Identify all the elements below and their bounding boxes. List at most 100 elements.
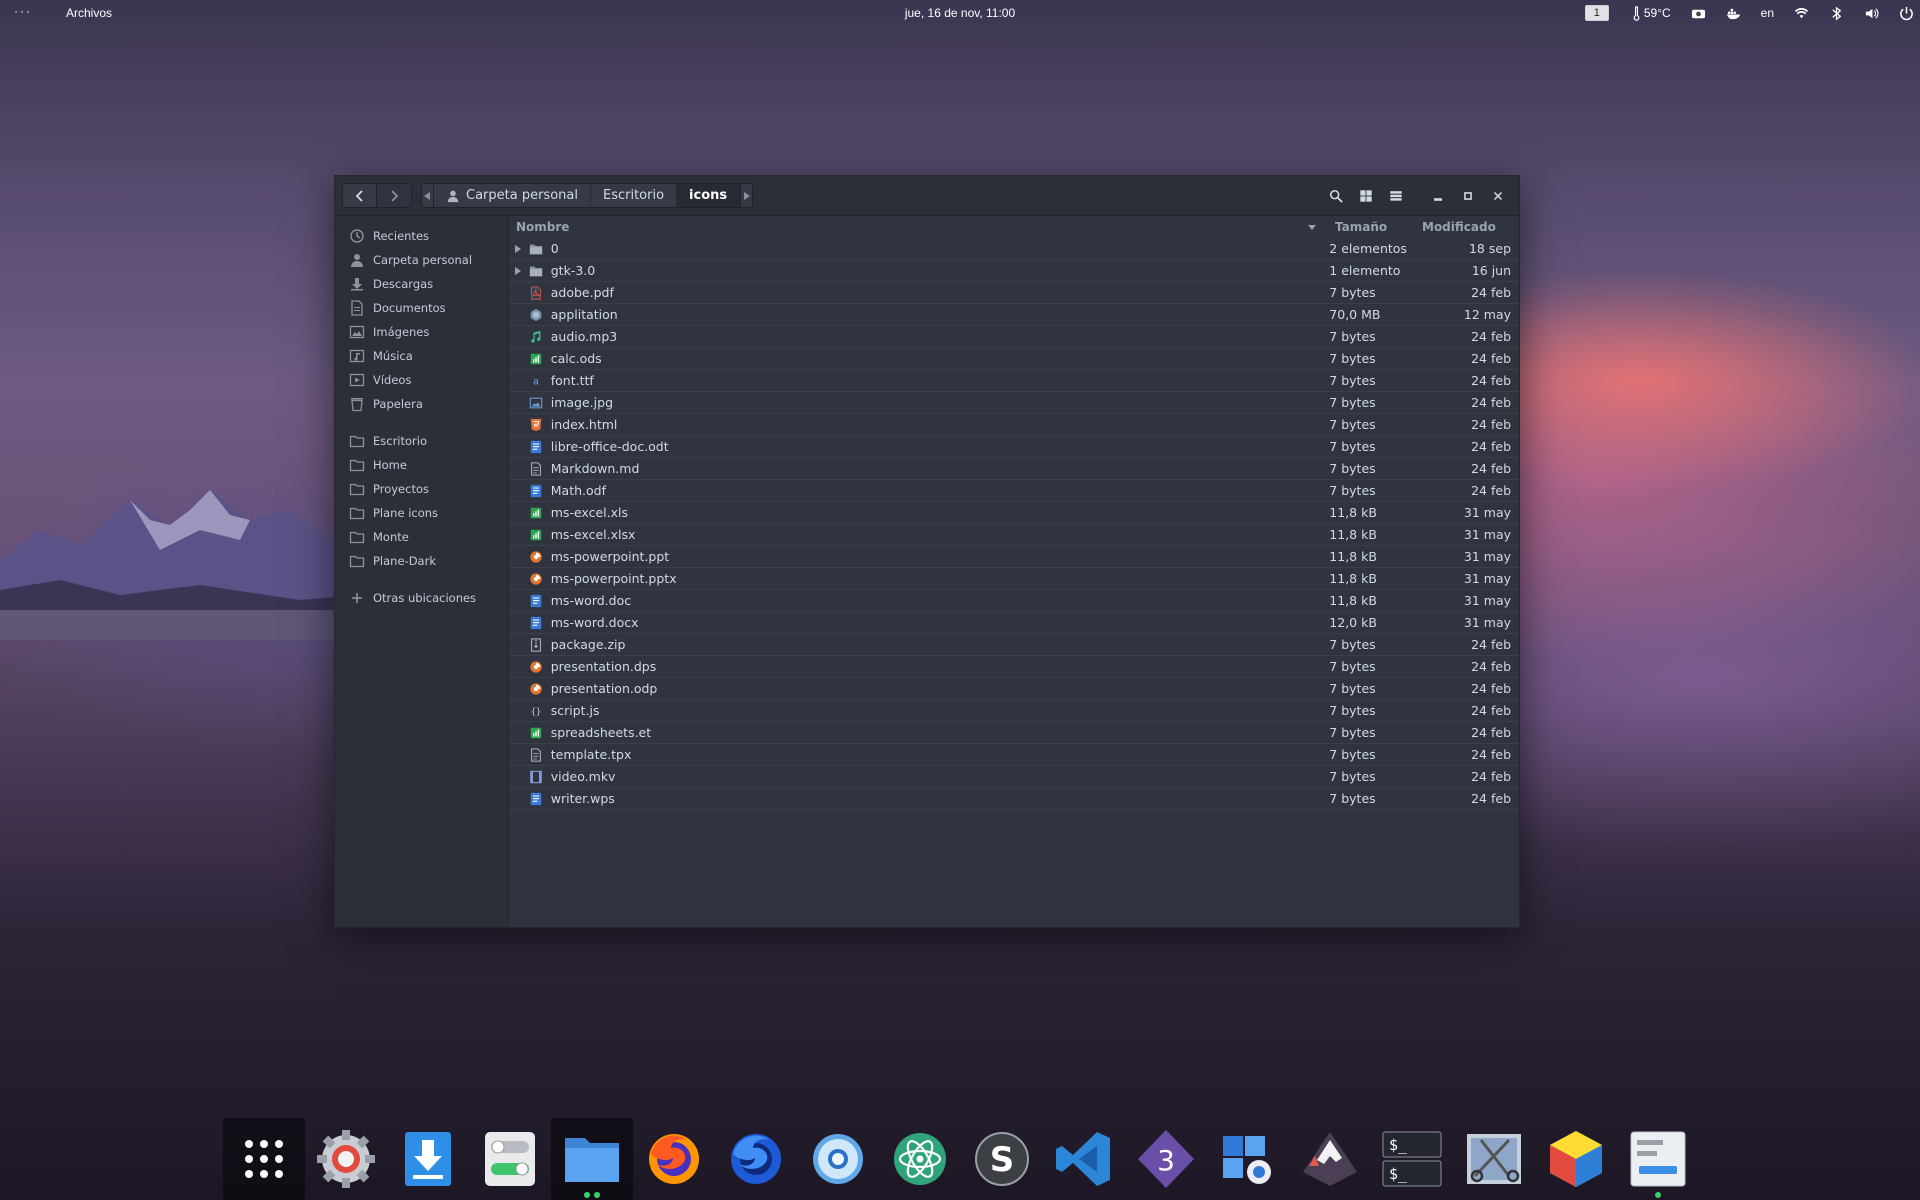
temperature-indicator[interactable]: 59°C <box>1629 3 1671 23</box>
back-button[interactable] <box>342 183 377 208</box>
file-row[interactable]: package.zip 7 bytes 24 feb <box>509 634 1519 656</box>
forward-button[interactable] <box>377 183 412 208</box>
dock-download-manager[interactable] <box>387 1118 469 1200</box>
row-expander[interactable] <box>509 266 527 275</box>
file-row[interactable]: {} script.js 7 bytes 24 feb <box>509 700 1519 722</box>
file-name: 0 <box>550 241 559 256</box>
breadcrumb-home[interactable]: Carpeta personal <box>434 183 591 208</box>
search-button[interactable] <box>1321 183 1351 208</box>
menu-button[interactable] <box>1381 183 1411 208</box>
maximize-button[interactable] <box>1453 183 1483 208</box>
file-row[interactable]: presentation.odp 7 bytes 24 feb <box>509 678 1519 700</box>
camera-indicator[interactable] <box>1691 3 1706 23</box>
dock-blender3[interactable]: 3 <box>1125 1118 1207 1200</box>
dock-sublime[interactable]: S <box>961 1118 1043 1200</box>
file-modified: 24 feb <box>1471 769 1512 784</box>
file-row[interactable]: ms-excel.xlsx 11,8 kB 31 may <box>509 524 1519 546</box>
file-row[interactable]: index.html 7 bytes 24 feb <box>509 414 1519 436</box>
file-row[interactable]: image.jpg 7 bytes 24 feb <box>509 392 1519 414</box>
breadcrumb-current[interactable]: icons <box>677 183 741 208</box>
dock-files[interactable] <box>551 1118 633 1200</box>
image-file-icon <box>529 397 543 408</box>
expander-icon[interactable] <box>514 266 522 275</box>
sidebar-item-escritorio[interactable]: Escritorio <box>335 429 508 453</box>
expander-icon[interactable] <box>514 244 522 253</box>
bluetooth-indicator[interactable] <box>1829 3 1844 23</box>
file-row[interactable]: ms-powerpoint.ppt 11,8 kB 31 may <box>509 546 1519 568</box>
column-size[interactable]: Tamaño <box>1328 220 1416 234</box>
file-row[interactable]: 0 2 elementos 18 sep <box>509 238 1519 260</box>
file-row[interactable]: Math.odf 7 bytes 24 feb <box>509 480 1519 502</box>
path-scroll-left[interactable] <box>421 183 434 208</box>
dock-firefox-nightly[interactable] <box>715 1118 797 1200</box>
dock-screenshot-tool[interactable] <box>1453 1118 1535 1200</box>
dock-settings[interactable] <box>305 1118 387 1200</box>
sidebar-item-plane-dark[interactable]: Plane-Dark <box>335 549 508 573</box>
file-row[interactable]: video.mkv 7 bytes 24 feb <box>509 766 1519 788</box>
keyboard-language[interactable]: en <box>1761 3 1774 23</box>
file-row[interactable]: adobe.pdf 7 bytes 24 feb <box>509 282 1519 304</box>
file-row[interactable]: calc.ods 7 bytes 24 feb <box>509 348 1519 370</box>
file-row[interactable]: libre-office-doc.odt 7 bytes 24 feb <box>509 436 1519 458</box>
sidebar-item-música[interactable]: Música <box>335 344 508 368</box>
file-modified: 24 feb <box>1471 725 1512 740</box>
file-row[interactable]: ms-excel.xls 11,8 kB 31 may <box>509 502 1519 524</box>
places-list: Recientes Carpeta personal Descargas Docume… <box>335 224 508 416</box>
clock[interactable]: jue, 16 de nov, 11:00 <box>905 6 1015 20</box>
file-row[interactable]: ms-word.docx 12,0 kB 31 may <box>509 612 1519 634</box>
file-row[interactable]: presentation.dps 7 bytes 24 feb <box>509 656 1519 678</box>
dock-screenshot[interactable] <box>1207 1118 1289 1200</box>
wifi-indicator[interactable] <box>1794 3 1809 23</box>
sidebar-item-proyectos[interactable]: Proyectos <box>335 477 508 501</box>
dock-chrome[interactable] <box>797 1118 879 1200</box>
sidebar-item-imágenes[interactable]: Imágenes <box>335 320 508 344</box>
activities-dots[interactable]: ··· <box>14 4 32 18</box>
sidebar-item-monte[interactable]: Monte <box>335 525 508 549</box>
sidebar-item-descargas[interactable]: Descargas <box>335 272 508 296</box>
dock-app-grid[interactable] <box>223 1118 305 1200</box>
file-row[interactable]: Markdown.md 7 bytes 24 feb <box>509 458 1519 480</box>
file-row[interactable]: audio.mp3 7 bytes 24 feb <box>509 326 1519 348</box>
file-size: 11,8 kB <box>1329 505 1377 520</box>
sidebar-item-documentos[interactable]: Documentos <box>335 296 508 320</box>
file-row[interactable]: gtk-3.0 1 elemento 16 jun <box>509 260 1519 282</box>
file-row[interactable]: a font.ttf 7 bytes 24 feb <box>509 370 1519 392</box>
sidebar-item-recientes[interactable]: Recientes <box>335 224 508 248</box>
dock-inkscape[interactable] <box>1289 1118 1371 1200</box>
power-indicator[interactable] <box>1899 3 1914 23</box>
file-row[interactable]: writer.wps 7 bytes 24 feb <box>509 788 1519 810</box>
dock-terminal[interactable]: $_ $_ <box>1371 1118 1453 1200</box>
workspace-indicator[interactable]: 1 <box>1584 5 1609 21</box>
dock-cube[interactable] <box>1535 1118 1617 1200</box>
docker-indicator[interactable] <box>1726 3 1741 23</box>
dock-atom[interactable] <box>879 1118 961 1200</box>
column-name[interactable]: Nombre <box>509 220 1328 234</box>
file-name: adobe.pdf <box>550 285 614 300</box>
minimize-button[interactable] <box>1423 183 1453 208</box>
file-row[interactable]: ms-powerpoint.pptx 11,8 kB 31 may <box>509 568 1519 590</box>
dock-glade[interactable] <box>1617 1118 1699 1200</box>
path-scroll-right[interactable] <box>740 183 754 208</box>
column-modified[interactable]: Modificado <box>1416 220 1515 234</box>
other-locations[interactable]: Otras ubicaciones <box>335 586 508 610</box>
file-row[interactable]: spreadsheets.et 7 bytes 24 feb <box>509 722 1519 744</box>
close-button[interactable] <box>1483 183 1513 208</box>
app-menu[interactable]: Archivos <box>66 6 112 20</box>
sidebar-item-vídeos[interactable]: Vídeos <box>335 368 508 392</box>
sidebar-item-carpeta-personal[interactable]: Carpeta personal <box>335 248 508 272</box>
file-row[interactable]: applitation 70,0 MB 12 may <box>509 304 1519 326</box>
row-expander[interactable] <box>509 244 527 253</box>
file-row[interactable]: template.tpx 7 bytes 24 feb <box>509 744 1519 766</box>
view-toggle-button[interactable] <box>1351 183 1381 208</box>
sidebar-item-home[interactable]: Home <box>335 453 508 477</box>
dock-tweaks[interactable] <box>469 1118 551 1200</box>
breadcrumb-escritorio[interactable]: Escritorio <box>590 183 678 208</box>
audio-file-icon <box>531 330 541 343</box>
volume-indicator[interactable] <box>1864 3 1879 23</box>
sidebar-item-papelera[interactable]: Papelera <box>335 392 508 416</box>
sidebar-item-plane-icons[interactable]: Plane icons <box>335 501 508 525</box>
dock-firefox[interactable] <box>633 1118 715 1200</box>
file-size: 2 elementos <box>1329 241 1407 256</box>
file-row[interactable]: ms-word.doc 11,8 kB 31 may <box>509 590 1519 612</box>
dock-vscode[interactable] <box>1043 1118 1125 1200</box>
